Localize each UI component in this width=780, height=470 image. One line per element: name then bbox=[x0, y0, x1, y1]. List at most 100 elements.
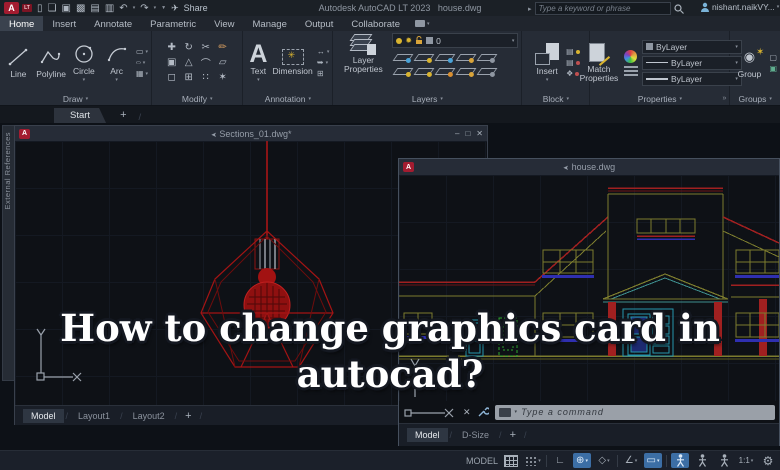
minimize-button[interactable]: – bbox=[455, 129, 459, 138]
new-drawing-tab-button[interactable]: + bbox=[120, 108, 126, 123]
dimension-tool[interactable]: ✳ Dimension bbox=[272, 49, 313, 76]
undo-caret-icon[interactable]: ▾ bbox=[133, 5, 136, 11]
scale-value-button[interactable]: 1:1 ▾ bbox=[737, 453, 755, 468]
d-size-tab[interactable]: D-Size bbox=[454, 428, 497, 442]
start-tab[interactable]: Start bbox=[54, 108, 106, 123]
match-properties-tool[interactable]: Match Properties bbox=[578, 42, 620, 83]
offset-tool-icon[interactable]: ▱ bbox=[219, 57, 227, 68]
user-menu-caret-icon[interactable]: ▾ bbox=[777, 4, 780, 10]
lineweight-icon[interactable] bbox=[623, 65, 638, 76]
command-close-icon[interactable]: ✕ bbox=[463, 407, 471, 418]
copy-tool-icon[interactable]: ▣ bbox=[167, 57, 176, 68]
properties-panel-label[interactable]: Properties ▾ » bbox=[590, 92, 729, 105]
grid-display-toggle[interactable] bbox=[502, 453, 520, 468]
group-edit-tool[interactable]: ▣ bbox=[769, 64, 777, 73]
insert-tool[interactable]: Insert ▾ bbox=[532, 42, 562, 83]
house-viewport[interactable] bbox=[399, 175, 779, 401]
layer-properties-tool[interactable]: Layer Properties bbox=[336, 33, 390, 74]
object-color-dropdown[interactable]: ByLayer ▾ bbox=[641, 39, 742, 54]
export-icon[interactable]: ▤ bbox=[90, 3, 99, 14]
layer-dropdown-caret-icon[interactable]: ▾ bbox=[512, 38, 515, 44]
model-space-label[interactable]: MODEL bbox=[466, 456, 498, 466]
command-placeholder[interactable]: Type a command bbox=[521, 407, 604, 417]
color-wheel-icon[interactable] bbox=[624, 49, 638, 63]
autoscale-toggle[interactable] bbox=[693, 453, 711, 468]
new-layout-button[interactable]: + bbox=[179, 410, 197, 422]
layer-unlock-icon[interactable] bbox=[434, 67, 456, 77]
layout1-tab[interactable]: Layout1 bbox=[70, 409, 118, 423]
text-tool[interactable]: A Text ▾ bbox=[246, 41, 270, 83]
wrench-icon[interactable] bbox=[477, 406, 489, 418]
layer-walk-icon[interactable] bbox=[476, 67, 498, 77]
tab-parametric[interactable]: Parametric bbox=[141, 16, 205, 31]
rotate-tool-icon[interactable]: ↻ bbox=[184, 42, 192, 53]
stretch-tool-icon[interactable]: ◻ bbox=[168, 72, 176, 83]
tab-home[interactable]: Home bbox=[0, 16, 44, 31]
layer-thaw-icon[interactable] bbox=[413, 67, 435, 77]
tab-view[interactable]: View bbox=[205, 16, 243, 31]
layer-color-swatch[interactable] bbox=[426, 37, 434, 44]
layer-select-dropdown[interactable]: ✹ 0 ▾ bbox=[392, 33, 519, 48]
circle-caret-icon[interactable]: ▾ bbox=[83, 77, 86, 83]
rectangle-tool[interactable]: ▭ ▾ bbox=[136, 47, 148, 56]
command-input-bar[interactable]: ▾ Type a command bbox=[494, 404, 775, 420]
layer-lock-icon[interactable] bbox=[415, 36, 423, 45]
tab-collaborate[interactable]: Collaborate bbox=[342, 16, 409, 31]
lineweight-dropdown[interactable]: ByLayer ▾ bbox=[641, 71, 742, 86]
ortho-mode-toggle[interactable]: ∟ bbox=[551, 453, 569, 468]
layer-freeze-icon[interactable]: ✹ bbox=[405, 36, 412, 45]
redo-icon[interactable]: ↷ bbox=[140, 3, 148, 14]
move-tool-icon[interactable]: ✚ bbox=[167, 42, 175, 53]
save-as-icon[interactable]: ▩ bbox=[76, 3, 85, 14]
layer-match-icon[interactable] bbox=[455, 67, 477, 77]
line-tool[interactable]: Line bbox=[3, 46, 34, 79]
leader-tool[interactable]: ➥ ▾ bbox=[317, 58, 328, 67]
tab-insert[interactable]: Insert bbox=[43, 16, 85, 31]
scale-tool-icon[interactable]: ⊞ bbox=[184, 72, 192, 83]
new-file-icon[interactable]: ▯ bbox=[37, 3, 43, 14]
polyline-tool[interactable]: Polyline bbox=[36, 46, 67, 79]
groups-panel-label[interactable]: Groups ▾ bbox=[730, 92, 780, 105]
layout2-tab[interactable]: Layout2 bbox=[125, 409, 173, 423]
redo-caret-icon[interactable]: ▾ bbox=[154, 5, 157, 11]
customization-button[interactable]: ⚙ bbox=[759, 453, 777, 468]
polar-tracking-toggle[interactable]: ⊕ ▾ bbox=[573, 453, 591, 468]
annotation-visibility-toggle[interactable] bbox=[671, 453, 689, 468]
layer-lock-tool-icon[interactable] bbox=[455, 53, 477, 63]
layer-unisolate-icon[interactable] bbox=[476, 53, 498, 63]
properties-launcher-icon[interactable]: » bbox=[723, 95, 727, 102]
model-tab[interactable]: Model bbox=[407, 428, 448, 442]
layer-off-icon[interactable] bbox=[392, 53, 414, 63]
isodraft-toggle[interactable]: ◇ ▾ bbox=[595, 453, 613, 468]
search-icon[interactable] bbox=[673, 3, 684, 14]
block-panel-label[interactable]: Block ▾ bbox=[522, 92, 589, 105]
sections-window-titlebar[interactable]: A ➤ Sections_01.dwg* – □ ✕ bbox=[15, 126, 487, 141]
mirror-tool-icon[interactable]: △ bbox=[185, 57, 193, 68]
arc-caret-icon[interactable]: ▾ bbox=[115, 77, 118, 83]
share-label[interactable]: Share bbox=[184, 3, 208, 13]
print-icon[interactable]: ▥ bbox=[105, 3, 114, 14]
tab-output[interactable]: Output bbox=[296, 16, 343, 31]
fillet-tool-icon[interactable]: ⌒ bbox=[201, 55, 211, 70]
open-folder-icon[interactable]: ❏ bbox=[48, 3, 57, 14]
dim-linear-tool[interactable]: ↔ ▾ bbox=[317, 47, 330, 56]
explode-tool-icon[interactable]: ✶ bbox=[218, 72, 226, 83]
tab-manage[interactable]: Manage bbox=[244, 16, 296, 31]
draw-panel-label[interactable]: Draw ▾ bbox=[0, 92, 151, 105]
array-tool-icon[interactable]: ∷ bbox=[203, 72, 209, 83]
dynamic-input-toggle[interactable]: ▭ ▾ bbox=[644, 453, 662, 468]
username[interactable]: nishant.naikVY... bbox=[712, 2, 775, 12]
layer-isolate-icon[interactable] bbox=[413, 53, 435, 63]
maximize-button[interactable]: □ bbox=[465, 129, 470, 138]
circle-tool[interactable]: Circle ▾ bbox=[68, 43, 99, 83]
annotation-scale-button[interactable] bbox=[715, 453, 733, 468]
ungroup-tool[interactable]: ▢ bbox=[769, 53, 777, 62]
tab-annotate[interactable]: Annotate bbox=[85, 16, 141, 31]
share-icon[interactable]: ✈ bbox=[171, 3, 179, 14]
annotation-panel-label[interactable]: Annotation ▾ bbox=[243, 92, 332, 105]
snap-mode-toggle[interactable]: ▾ bbox=[524, 453, 542, 468]
command-caret-icon[interactable]: ▾ bbox=[515, 409, 518, 415]
qat-customize-icon[interactable]: ▼ bbox=[161, 5, 166, 11]
ellipse-tool[interactable]: ○ ▾ bbox=[135, 58, 145, 67]
osnap-tracking-toggle[interactable]: ∠ ▾ bbox=[622, 453, 640, 468]
